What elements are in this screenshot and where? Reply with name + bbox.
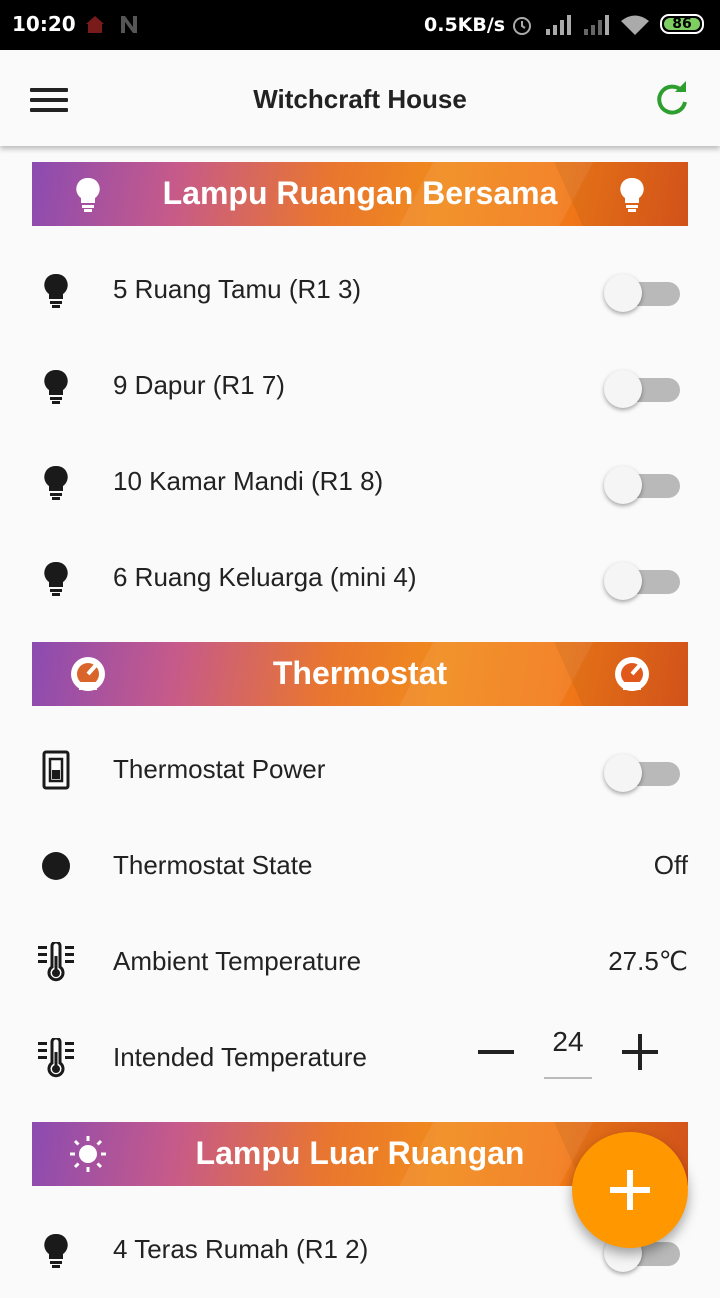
item-label: 6 Ruang Keluarga (mini 4) xyxy=(113,562,417,592)
item-label: Intended Temperature xyxy=(113,1042,367,1072)
decrease-temperature-button[interactable] xyxy=(478,1050,514,1054)
item-label: 4 Teras Rumah (R1 2) xyxy=(113,1234,369,1264)
item-label: 10 Kamar Mandi (R1 8) xyxy=(113,466,384,496)
thermometer-icon xyxy=(38,1038,74,1078)
bulb-icon xyxy=(44,369,68,404)
wifi-icon xyxy=(621,15,649,35)
net-speed: 0.5KB/s xyxy=(424,14,506,36)
add-button[interactable] xyxy=(572,1132,688,1248)
notification-n-icon xyxy=(121,16,137,33)
app-bar: Witchcraft House xyxy=(0,50,720,146)
bulb-icon xyxy=(44,465,68,500)
input-underline xyxy=(544,1077,592,1079)
list-item: 9 Dapur (R1 7) xyxy=(0,338,720,434)
toggle-switch[interactable] xyxy=(604,272,680,312)
item-label: Thermostat Power xyxy=(113,754,326,784)
list-item: 10 Kamar Mandi (R1 8) xyxy=(0,434,720,530)
item-label: Ambient Temperature xyxy=(113,946,362,976)
bulb-icon xyxy=(44,561,68,596)
signal-icon xyxy=(546,15,571,35)
item-label: 5 Ruang Tamu (R1 3) xyxy=(113,274,362,304)
refresh-icon[interactable] xyxy=(652,80,692,120)
list-item: Thermostat Power xyxy=(0,722,720,818)
toggle-switch[interactable] xyxy=(604,464,680,504)
bulb-icon xyxy=(44,1233,68,1268)
list-item: 6 Ruang Keluarga (mini 4) xyxy=(0,530,720,626)
section-header-thermostat: Thermostat xyxy=(32,642,688,706)
signal-2-icon xyxy=(584,15,609,35)
ambient-temperature-value: 27.5℃ xyxy=(608,946,688,976)
list-item: Ambient Temperature 27.5℃ xyxy=(0,914,720,1010)
status-time: 10:20 xyxy=(12,12,76,36)
item-label: Thermostat State xyxy=(113,850,313,880)
thermometer-icon xyxy=(38,942,74,982)
toggle-switch[interactable] xyxy=(604,560,680,600)
bulb-icon xyxy=(44,273,68,308)
gauge-icon xyxy=(615,657,649,691)
toggle-switch[interactable] xyxy=(604,752,680,792)
status-bar: 10:20 0.5KB/s 86 xyxy=(0,0,720,50)
switch-icon xyxy=(42,750,70,790)
alarm-icon xyxy=(513,17,531,35)
toggle-switch[interactable] xyxy=(604,368,680,408)
lightbulb-icon xyxy=(620,177,644,212)
battery-icon: 86 xyxy=(660,14,704,34)
dot-icon xyxy=(42,852,70,880)
notification-home-icon xyxy=(86,16,104,33)
list-item: Intended Temperature 24 xyxy=(0,1010,720,1106)
page-title: Witchcraft House xyxy=(253,84,467,114)
list-item: Thermostat State Off xyxy=(0,818,720,914)
section-header-lampu-ruangan-bersama: Lampu Ruangan Bersama xyxy=(32,162,688,226)
section-title: Lampu Ruangan Bersama xyxy=(162,175,558,211)
section-title: Thermostat xyxy=(272,655,448,691)
item-label: 9 Dapur (R1 7) xyxy=(113,370,285,400)
list-item: 5 Ruang Tamu (R1 3) xyxy=(0,242,720,338)
increase-temperature-button[interactable] xyxy=(622,1034,658,1070)
thermostat-state-value: Off xyxy=(653,850,688,880)
intended-temperature-input[interactable]: 24 xyxy=(544,1026,592,1058)
